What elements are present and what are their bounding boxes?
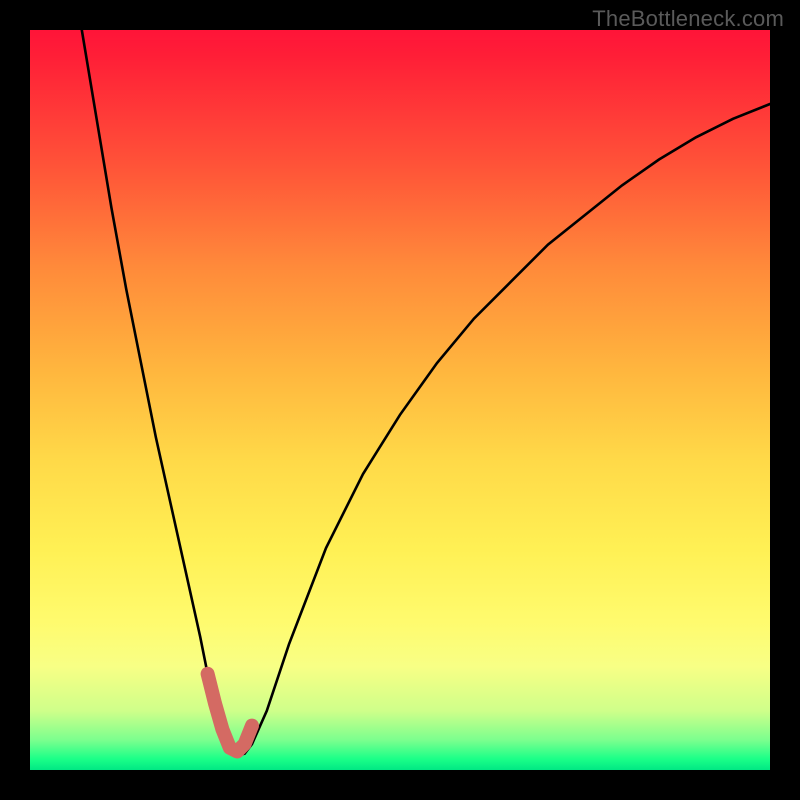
watermark-text: TheBottleneck.com: [592, 6, 784, 32]
chart-plot-area: [30, 30, 770, 770]
bottleneck-curve: [82, 30, 770, 755]
chart-svg: [30, 30, 770, 770]
sweet-spot-marker: [208, 674, 252, 752]
